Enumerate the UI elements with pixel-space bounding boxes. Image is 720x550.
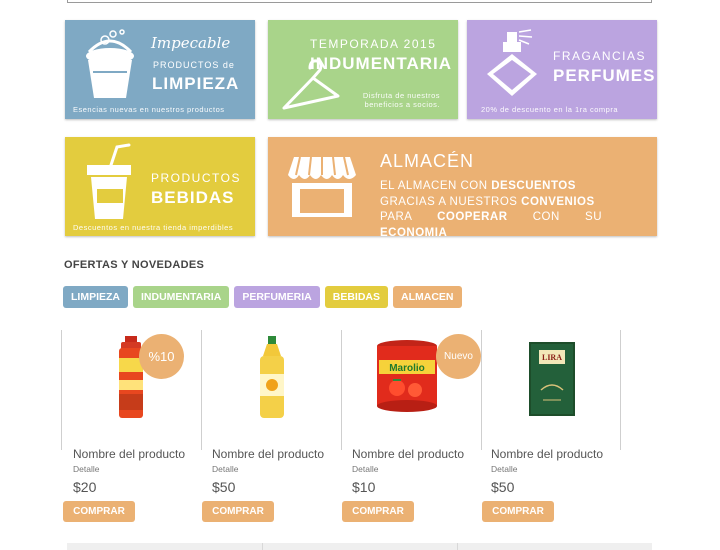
product-price: $10 xyxy=(352,479,376,495)
filter-almacen[interactable]: ALMACEN xyxy=(393,286,462,308)
buy-button[interactable]: COMPRAR xyxy=(63,501,135,522)
top-search-bar[interactable] xyxy=(67,0,652,3)
product-info: Nombre del producto Detalle $10 xyxy=(352,447,492,495)
bebidas-caption: Descuentos en nuestra tienda imperdibles xyxy=(73,223,234,232)
product-price: $50 xyxy=(212,479,236,495)
buy-button[interactable]: COMPRAR xyxy=(202,501,274,522)
bebidas-line2: BEBIDAS xyxy=(151,188,235,207)
buy-button[interactable]: COMPRAR xyxy=(482,501,554,522)
indumentaria-line2: INDUMENTARIA xyxy=(310,54,453,73)
filter-perfumeria[interactable]: PERFUMERIA xyxy=(234,286,320,308)
olive-oil-tin-icon: LIRA xyxy=(529,342,575,416)
limpieza-line2: LIMPIEZA xyxy=(152,74,240,93)
perfumes-line2: PERFUMES xyxy=(553,66,656,85)
product-price: $20 xyxy=(73,479,97,495)
bucket-icon xyxy=(86,29,134,98)
banner-bebidas[interactable]: PRODUCTOS BEBIDAS Descuentos en nuestra … xyxy=(65,137,255,236)
buy-button[interactable]: COMPRAR xyxy=(342,501,414,522)
product-card[interactable]: %10 xyxy=(61,330,201,450)
new-badge: Nuevo xyxy=(436,334,481,379)
almacen-description: EL ALMACEN CON DESCUENTOS GRACIAS A NUES… xyxy=(380,179,602,236)
banner-indumentaria[interactable]: TEMPORADA 2015 INDUMENTARIA Disfruta de … xyxy=(268,20,458,119)
product-info: Nombre del producto Detalle $50 xyxy=(212,447,352,495)
product-name[interactable]: Nombre del producto xyxy=(73,447,213,461)
almacen-title: ALMACÉN xyxy=(380,151,475,171)
divider xyxy=(457,543,458,550)
divider xyxy=(262,543,263,550)
product-name[interactable]: Nombre del producto xyxy=(491,447,631,461)
indumentaria-caption2: beneficios a socios. xyxy=(364,100,440,109)
banner-perfumes[interactable]: FRAGANCIAS PERFUMES 20% de descuento en … xyxy=(467,20,657,119)
bebidas-line1: PRODUCTOS xyxy=(151,171,241,185)
product-info: Nombre del producto Detalle $50 xyxy=(491,447,631,495)
store-icon xyxy=(288,156,356,217)
product-name[interactable]: Nombre del producto xyxy=(352,447,492,461)
limpieza-line1: PRODUCTOS de xyxy=(153,60,235,70)
product-detail: Detalle xyxy=(352,464,379,474)
limpieza-caption: Esencias nuevas en nuestros productos xyxy=(73,105,225,114)
filter-bebidas[interactable]: BEBIDAS xyxy=(324,286,388,308)
product-grid: %10 Marolio Nuevo LIRA xyxy=(61,330,621,450)
product-detail: Detalle xyxy=(491,464,518,474)
filter-indumentaria[interactable]: INDUMENTARIA xyxy=(133,286,230,308)
product-card[interactable] xyxy=(201,330,341,450)
almacen-text-line2: GRACIAS A NUESTROS CONVENIOS xyxy=(380,195,595,208)
discount-badge: %10 xyxy=(139,334,184,379)
product-name[interactable]: Nombre del producto xyxy=(212,447,352,461)
perfume-bottle-icon xyxy=(487,29,537,96)
bottom-bar xyxy=(67,543,652,550)
category-filters: LIMPIEZA INDUMENTARIA PERFUMERIA BEBIDAS… xyxy=(63,286,462,308)
indumentaria-line1: TEMPORADA 2015 xyxy=(310,37,437,51)
product-card[interactable]: Marolio Nuevo xyxy=(341,330,481,450)
drink-cup-icon xyxy=(87,143,131,219)
oil-bottle-icon xyxy=(260,336,284,418)
product-card[interactable]: LIRA xyxy=(481,330,621,450)
perfumes-caption: 20% de descuento en la 1ra compra xyxy=(481,105,618,114)
product-detail: Detalle xyxy=(73,464,100,474)
banner-limpieza[interactable]: Impecable PRODUCTOS de LIMPIEZA Esencias… xyxy=(65,20,255,119)
filter-limpieza[interactable]: LIMPIEZA xyxy=(63,286,128,308)
almacen-text-line3: PARA COOPERAR CON SU ECONOMIA xyxy=(380,211,602,236)
indumentaria-caption1: Disfruta de nuestros xyxy=(362,91,440,100)
product-info: Nombre del producto Detalle $20 xyxy=(73,447,213,495)
olive-oil-brand: LIRA xyxy=(542,353,562,362)
section-title: OFERTAS Y NOVEDADES xyxy=(64,259,205,271)
banner-almacen[interactable]: ALMACÉN EL ALMACEN CON DESCUENTOS GRACIA… xyxy=(268,137,657,236)
product-price: $50 xyxy=(491,479,515,495)
perfumes-line1: FRAGANCIAS xyxy=(553,49,647,63)
limpieza-script: Impecable xyxy=(151,34,231,52)
almacen-text-line1: EL ALMACEN CON DESCUENTOS xyxy=(380,180,576,192)
tomato-can-brand: Marolio xyxy=(389,363,425,374)
product-detail: Detalle xyxy=(212,464,239,474)
